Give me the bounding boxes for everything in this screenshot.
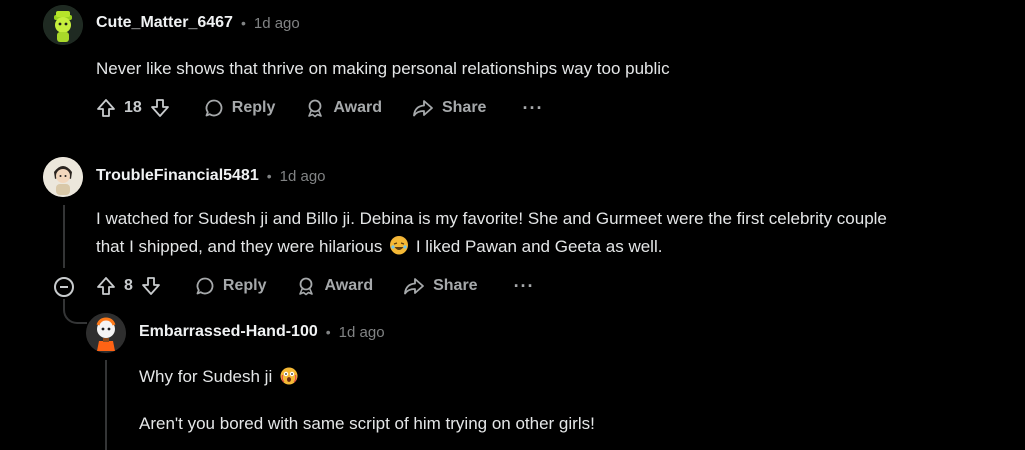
comment-thread: Cute_Matter_6467 • 1d ago Never like sho… [0, 0, 1025, 450]
timestamp[interactable]: 1d ago [339, 324, 385, 341]
comment-actions: 8 Reply Award Share ··· [96, 271, 535, 301]
avatar[interactable] [86, 313, 126, 353]
award-button[interactable]: Award [305, 98, 382, 118]
upvote-icon[interactable] [96, 98, 116, 118]
reply-button[interactable]: Reply [195, 276, 267, 296]
reply-label: Reply [222, 277, 267, 294]
minus-icon [60, 286, 68, 288]
share-icon [404, 278, 424, 295]
chat-bubble-icon [205, 99, 223, 117]
award-icon [299, 277, 314, 296]
vote-group: 18 [96, 98, 170, 118]
vote-group: 8 [96, 276, 161, 296]
share-label: Share [441, 99, 487, 116]
award-icon [308, 99, 323, 118]
comment-header: Cute_Matter_6467 • 1d ago [96, 14, 300, 32]
reply-button[interactable]: Reply [204, 98, 276, 118]
downvote-icon[interactable] [150, 98, 170, 118]
share-button[interactable]: Share [412, 98, 486, 118]
reply-label: Reply [231, 99, 276, 116]
avatar[interactable] [43, 5, 83, 45]
timestamp[interactable]: 1d ago [280, 168, 326, 185]
user-avatar-icon [43, 157, 83, 197]
laughing-emoji-icon [390, 236, 409, 255]
comment-body-text: that I shipped, and they were hilarious [96, 237, 383, 256]
downvote-icon[interactable] [141, 276, 161, 296]
chat-bubble-icon [196, 277, 214, 295]
award-label: Award [333, 99, 382, 116]
snoo-avatar-icon [43, 5, 83, 45]
comment-body: Never like shows that thrive on making p… [96, 59, 670, 78]
thread-connector [63, 300, 87, 324]
comment-body-text: Why for Sudesh ji [139, 367, 273, 386]
upvote-icon[interactable] [96, 276, 116, 296]
more-options-icon[interactable]: ··· [514, 276, 535, 297]
share-label: Share [433, 277, 478, 294]
thread-line[interactable] [63, 205, 65, 268]
vote-count: 18 [124, 99, 142, 116]
thread-line[interactable] [105, 360, 107, 450]
shocked-face-emoji-icon [280, 366, 298, 385]
username[interactable]: Cute_Matter_6467 [96, 14, 233, 32]
username[interactable]: TroubleFinancial5481 [96, 167, 259, 185]
comment-body-line: Aren't you bored with same script of him… [139, 414, 595, 433]
comment-actions: 18 Reply Award Share ··· [96, 93, 543, 123]
comment-body-line: Why for Sudesh ji [139, 363, 301, 391]
comment-header: Embarrassed-Hand-100 • 1d ago [139, 323, 385, 341]
separator-dot: • [325, 324, 331, 340]
collapse-thread-button[interactable] [54, 277, 74, 297]
comment-header: TroubleFinancial5481 • 1d ago [96, 167, 326, 185]
comment-body-line: I watched for Sudesh ji and Billo ji. De… [96, 209, 887, 228]
comment-body-line: that I shipped, and they were hilarious … [96, 233, 662, 261]
share-button[interactable]: Share [403, 276, 478, 296]
separator-dot: • [266, 168, 272, 184]
timestamp[interactable]: 1d ago [254, 15, 300, 32]
share-icon [413, 100, 433, 117]
comment-body-text: I liked Pawan and Geeta as well. [415, 237, 663, 256]
award-label: Award [324, 277, 374, 294]
avatar[interactable] [43, 157, 83, 197]
separator-dot: • [240, 15, 246, 31]
vote-count: 8 [124, 277, 133, 294]
snoo-avatar-icon [86, 313, 126, 353]
award-button[interactable]: Award [296, 276, 373, 296]
username[interactable]: Embarrassed-Hand-100 [139, 323, 318, 341]
more-options-icon[interactable]: ··· [522, 98, 543, 119]
